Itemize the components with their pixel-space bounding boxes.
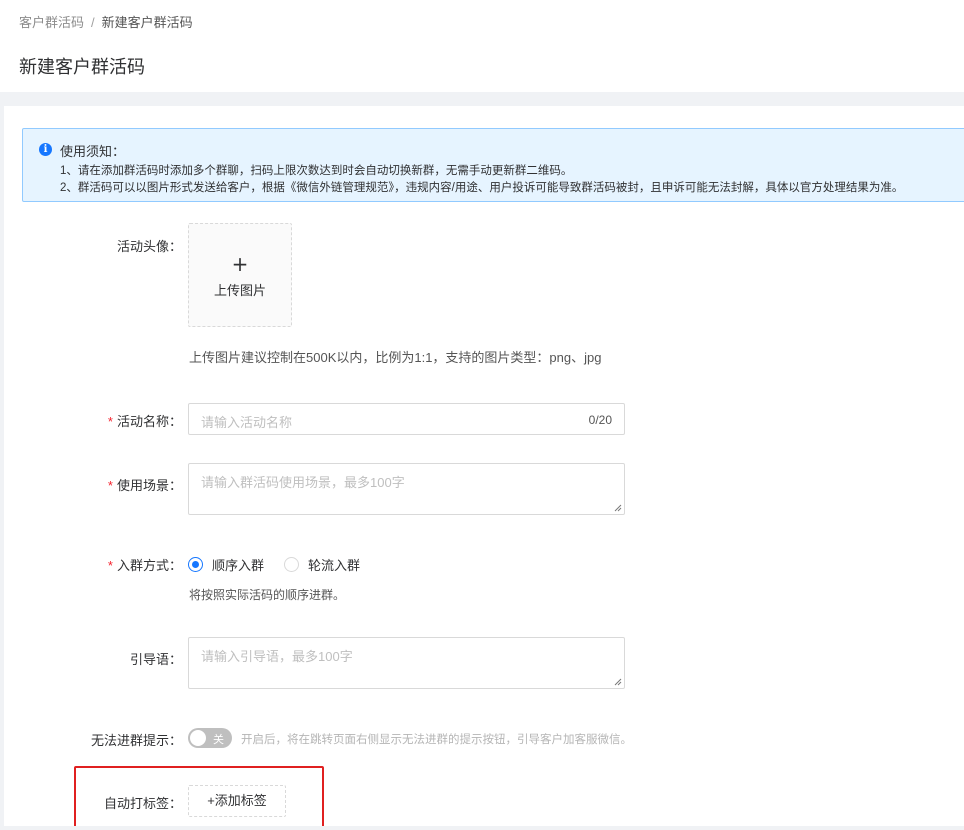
info-icon: i [39,143,52,156]
breadcrumb-current: 新建客户群活码 [101,15,193,30]
cannot-join-description: 开启后，将在跳转页面右侧显示无法进群的提示按钮，引导客户加客服微信。 [241,734,632,746]
required-mark: * [107,558,113,573]
plus-icon: + [231,252,249,276]
scene-placeholder: 请输入群活码使用场景，最多100字 [201,475,405,490]
resize-handle-icon[interactable] [614,504,622,512]
guide-label: 引导语： [129,652,182,667]
radio-unchecked-icon [284,557,299,572]
scene-label-text: 使用场景： [116,478,182,493]
name-char-count: 0/20 [588,413,612,427]
section-divider [0,92,964,106]
name-input[interactable]: 请输入活动名称 0/20 [188,403,625,435]
usage-notice: i 使用须知： 1、请在添加群活码时添加多个群聊，扫码上限次数达到时会自动切换新… [22,128,964,202]
resize-handle-icon[interactable] [614,678,622,686]
page-header: 客户群活码 / 新建客户群活码 新建客户群活码 [0,0,964,92]
switch-knob [190,730,206,746]
cannot-join-switch[interactable]: 关 [188,728,232,748]
join-mode-label-text: 入群方式： [116,558,182,573]
breadcrumb-parent[interactable]: 客户群活码 [19,15,84,30]
radio-rotation-label: 轮流入群 [308,558,361,573]
avatar-label: 活动头像： [116,239,182,254]
avatar-upload[interactable]: + 上传图片 [188,223,292,327]
scene-label: * 使用场景： [60,475,182,494]
highlight-box [74,766,324,829]
switch-state-text: 关 [213,734,224,746]
required-mark: * [107,478,113,493]
notice-line-2: 2、群活码可以以图片形式发送给客户，根据《微信外链管理规范》，违规内容/用途、用… [60,182,904,194]
avatar-hint: 上传图片建议控制在500K以内，比例为1:1，支持的图片类型：png、jpg [189,350,602,365]
join-mode-label: * 入群方式： [60,555,182,574]
name-placeholder: 请输入活动名称 [201,415,293,430]
guide-textarea[interactable]: 请输入引导语，最多100字 [188,637,625,689]
page-title: 新建客户群活码 [19,57,145,77]
upload-text: 上传图片 [213,283,266,298]
radio-checked-icon [188,557,203,572]
bottom-shade [0,826,964,830]
content-left-gutter [0,106,4,830]
notice-line-1: 1、请在添加群活码时添加多个群聊，扫码上限次数达到时会自动切换新群，无需手动更新… [60,165,573,177]
breadcrumb-separator: / [91,15,95,30]
name-label: * 活动名称： [60,411,182,430]
radio-sequential-label: 顺序入群 [212,558,265,573]
scene-textarea[interactable]: 请输入群活码使用场景，最多100字 [188,463,625,515]
required-mark: * [107,414,113,429]
name-label-text: 活动名称： [116,414,182,429]
breadcrumb: 客户群活码 / 新建客户群活码 [19,12,193,31]
join-mode-description: 将按照实际活码的顺序进群。 [189,588,346,602]
cannot-join-label: 无法进群提示： [90,733,182,748]
guide-placeholder: 请输入引导语，最多100字 [201,649,353,664]
notice-title: 使用须知： [60,144,126,159]
